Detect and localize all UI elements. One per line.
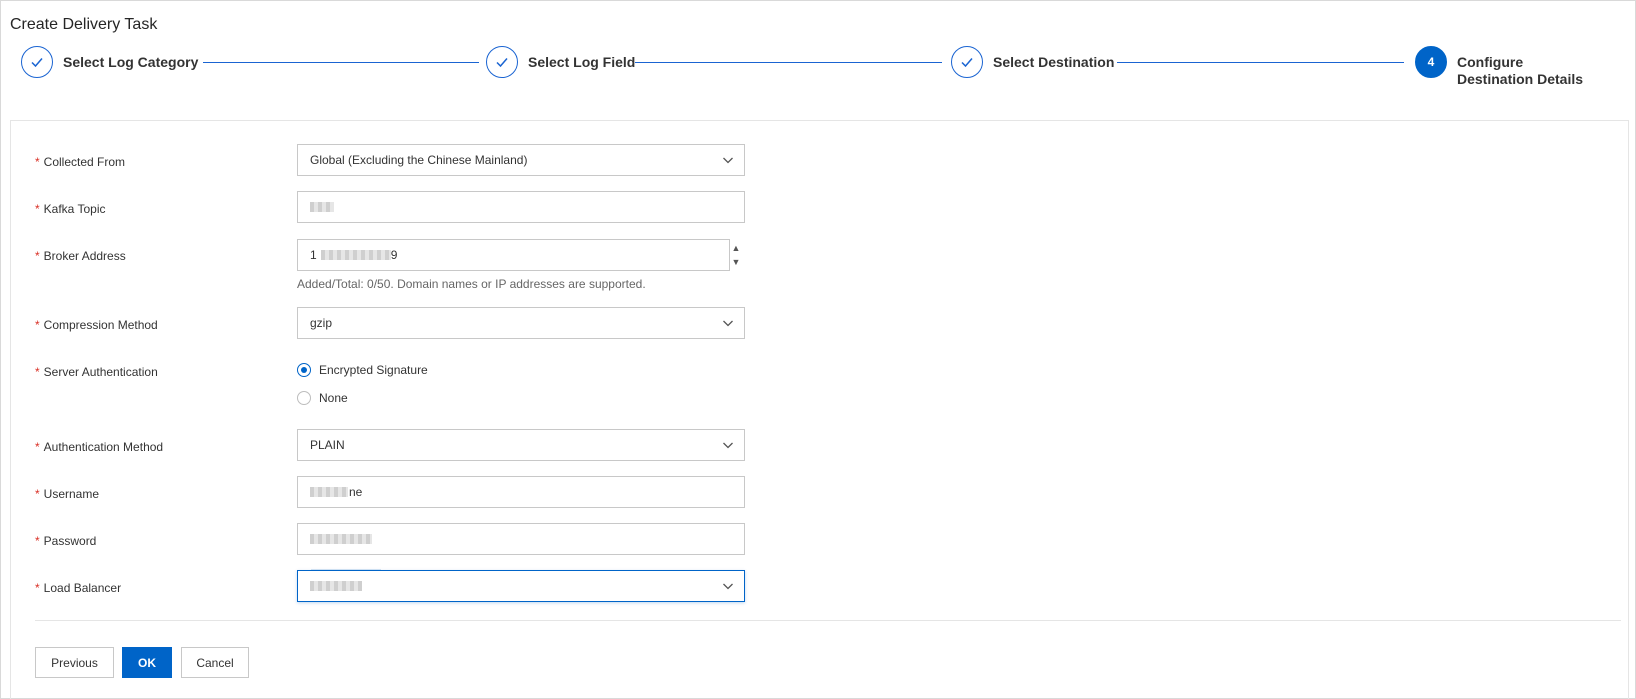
- masked-value: [310, 202, 334, 212]
- chevron-down-icon: [723, 157, 733, 164]
- load-balancer-label: * Load Balancer: [35, 581, 122, 595]
- broker-address-input[interactable]: 1 9: [297, 239, 730, 271]
- spinner-up-icon[interactable]: ▲: [730, 241, 742, 255]
- step-label: Select Log Field: [528, 54, 636, 70]
- required-mark: *: [35, 155, 40, 169]
- broker-address-label: * Broker Address: [35, 249, 126, 263]
- server-authentication-label: * Server Authentication: [35, 365, 158, 379]
- masked-value: [310, 534, 372, 544]
- step-select-destination: Select Destination: [951, 46, 1114, 78]
- step-label: Select Log Category: [63, 54, 199, 70]
- chevron-down-icon: [723, 320, 733, 327]
- kafka-topic-input[interactable]: [297, 191, 745, 223]
- load-balancer-select[interactable]: [297, 570, 745, 602]
- spinner-down-icon[interactable]: ▼: [730, 255, 742, 269]
- step-label: Configure Destination Details: [1457, 54, 1587, 88]
- password-label: * Password: [35, 534, 97, 548]
- username-label: * Username: [35, 487, 100, 501]
- radio-encrypted-signature[interactable]: Encrypted Signature: [297, 363, 428, 377]
- kafka-topic-label: * Kafka Topic: [35, 202, 106, 216]
- authentication-method-value: PLAIN: [310, 438, 345, 452]
- step-connector-2: [635, 62, 942, 63]
- step-select-log-category: Select Log Category: [21, 46, 198, 78]
- broker-address-hint: Added/Total: 0/50. Domain names or IP ad…: [297, 277, 646, 291]
- step-connector-3: [1117, 62, 1404, 63]
- step-configure-destination-details: 4 Configure Destination Details: [1415, 46, 1587, 88]
- collected-from-value: Global (Excluding the Chinese Mainland): [310, 153, 528, 167]
- step-select-log-field: Select Log Field: [486, 46, 635, 78]
- compression-method-value: gzip: [310, 316, 333, 330]
- chevron-down-icon: [723, 583, 733, 590]
- form-divider: [35, 620, 1621, 621]
- step-label-line2: Destination Details: [1457, 71, 1584, 87]
- authentication-method-select[interactable]: PLAIN: [297, 429, 745, 461]
- compression-method-label: * Compression Method: [35, 318, 158, 332]
- check-icon: [486, 46, 518, 78]
- chevron-down-icon: [723, 442, 733, 449]
- ok-button[interactable]: OK: [122, 647, 172, 678]
- masked-value: [320, 250, 391, 260]
- radio-none[interactable]: None: [297, 391, 348, 405]
- password-input[interactable]: [297, 523, 745, 555]
- cancel-button[interactable]: Cancel: [181, 647, 249, 678]
- step-label-line1: Configure: [1457, 54, 1524, 70]
- collected-from-select[interactable]: Global (Excluding the Chinese Mainland): [297, 144, 745, 176]
- masked-value: [310, 581, 362, 591]
- step-connector-1: [203, 62, 479, 63]
- check-icon: [21, 46, 53, 78]
- username-input[interactable]: ne: [297, 476, 745, 508]
- compression-method-select[interactable]: gzip: [297, 307, 745, 339]
- page-frame: Create Delivery Task Select Log Category…: [0, 0, 1636, 699]
- check-icon: [951, 46, 983, 78]
- previous-button[interactable]: Previous: [35, 647, 114, 678]
- form-panel: [10, 120, 1629, 699]
- authentication-method-label: * Authentication Method: [35, 440, 164, 454]
- masked-value: [310, 487, 348, 497]
- radio-unchecked-icon: [297, 391, 311, 405]
- step-label: Select Destination: [993, 54, 1115, 70]
- step-number: 4: [1415, 46, 1447, 78]
- radio-checked-icon: [297, 363, 311, 377]
- page-title: Create Delivery Task: [10, 16, 158, 33]
- collected-from-label: * Collected From: [35, 155, 126, 169]
